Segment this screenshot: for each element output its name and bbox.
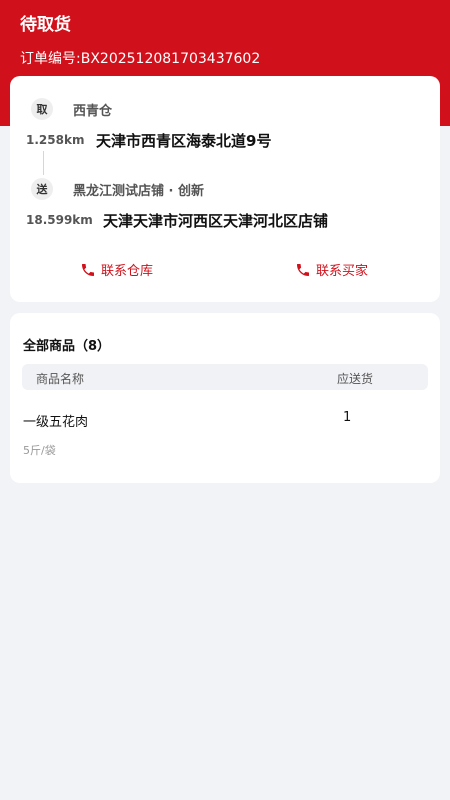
contact-buyer-label: 联系买家 <box>316 264 369 279</box>
column-header-qty: 应送货 <box>337 372 374 386</box>
phone-icon <box>297 263 309 276</box>
route-card: 取 西青仓 1.258km 天津市西青区海泰北道9号 送 黑龙江测试店铺 · 创… <box>10 76 440 302</box>
goods-item-name: 一级五花肉 <box>23 415 89 430</box>
goods-table-header: 商品名称 应送货 <box>22 364 428 390</box>
contact-buyer-button[interactable]: 联系买家 <box>295 260 368 279</box>
contact-warehouse-button[interactable]: 联系仓库 <box>80 260 153 279</box>
pickup-name: 西青仓 <box>73 104 113 119</box>
goods-item-qty: 1 <box>343 410 352 425</box>
goods-item-spec: 5斤/袋 <box>23 444 56 457</box>
order-number: 订单编号:BX202512081703437602 <box>20 51 261 67</box>
order-status-title: 待取货 <box>20 15 71 35</box>
delivery-name: 黑龙江测试店铺 · 创新 <box>73 184 204 199</box>
delivery-address: 天津天津市河西区天津河北区店铺 <box>103 212 329 230</box>
pickup-address: 天津市西青区海泰北道9号 <box>96 132 272 150</box>
route-connector-line <box>43 151 44 175</box>
phone-icon <box>82 263 94 276</box>
goods-section-title: 全部商品（8） <box>23 339 111 354</box>
delivery-distance: 18.599km <box>26 213 93 227</box>
pickup-distance: 1.258km <box>26 133 85 147</box>
pickup-badge: 取 <box>31 98 53 120</box>
delivery-badge: 送 <box>31 178 53 200</box>
contact-warehouse-label: 联系仓库 <box>101 264 154 279</box>
goods-card: 全部商品（8） 商品名称 应送货 一级五花肉 1 5斤/袋 <box>10 313 440 483</box>
column-header-name: 商品名称 <box>36 372 85 386</box>
